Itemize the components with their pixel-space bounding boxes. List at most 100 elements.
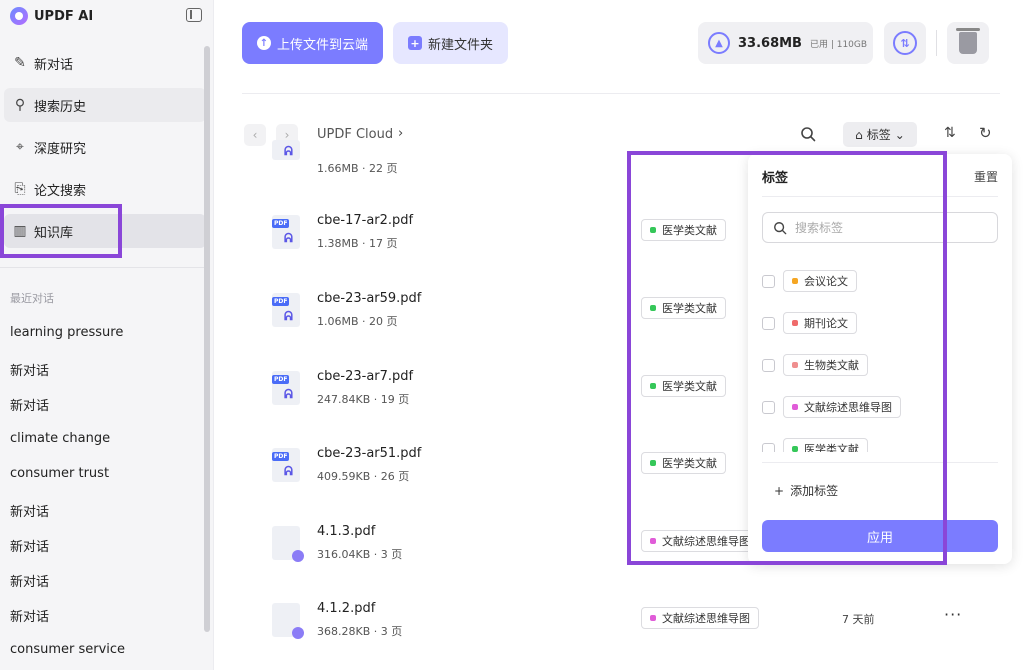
recent-chat-item[interactable]: 新对话 xyxy=(10,606,49,625)
refresh-icon[interactable]: ↻ xyxy=(979,124,992,142)
recent-chat-item[interactable]: 新对话 xyxy=(10,501,49,520)
recent-chat-item[interactable]: consumer service xyxy=(10,642,125,657)
new-folder-label: 新建文件夹 xyxy=(427,37,493,53)
pdf-file-icon: PDF ᕱ xyxy=(272,293,300,327)
panel-title: 标签 xyxy=(762,171,789,186)
recent-label: 最近对话 xyxy=(10,292,54,305)
tag-checkbox[interactable] xyxy=(762,358,775,372)
tag-label: 期刊论文 xyxy=(804,317,848,330)
recent-chat-item[interactable]: learning pressure xyxy=(10,325,123,340)
tag-option[interactable]: 会议论文 xyxy=(762,270,857,292)
file-row[interactable]: 4.1.2.pdf 368.28KB · 3 页 文献综述思维导图 7 天前 ·… xyxy=(270,601,970,663)
tag-option[interactable]: 文献综述思维导图 xyxy=(762,396,901,418)
pdf-file-icon: ᕱ xyxy=(272,140,300,160)
tag-chip: 生物类文献 xyxy=(783,354,868,376)
nav-label: 深度研究 xyxy=(34,141,87,157)
chat-bubble-icon xyxy=(292,550,304,562)
file-tag[interactable]: 医学类文献 xyxy=(641,297,726,319)
plus-icon: + xyxy=(774,483,785,498)
paper-search-icon: ⎘ xyxy=(14,181,26,197)
tag-chip: 期刊论文 xyxy=(783,312,857,334)
nav-search-history[interactable]: ⚲ 搜索历史 xyxy=(4,88,206,122)
storage-indicator[interactable]: ▲ 33.68MB 已用 | 110GB xyxy=(698,22,873,64)
plus-icon: + xyxy=(407,36,422,50)
recent-chat-item[interactable]: 新对话 xyxy=(10,360,49,379)
sync-button[interactable]: ⇅ xyxy=(884,22,926,64)
chevron-left-icon: ‹ xyxy=(252,128,258,142)
nav-label: 搜索历史 xyxy=(34,99,87,115)
sort-icon[interactable]: ⇅ xyxy=(944,125,956,141)
app-title: UPDF AI xyxy=(34,8,94,24)
recent-chat-item[interactable]: consumer trust xyxy=(10,466,109,481)
sidebar-scrollbar[interactable] xyxy=(204,46,210,632)
pdf-file-icon: PDF ᕱ xyxy=(272,371,300,405)
file-meta: 316.04KB · 3 页 xyxy=(317,548,403,561)
tag-search-field[interactable] xyxy=(762,212,998,243)
file-name: cbe-23-ar7.pdf xyxy=(317,369,414,384)
tag-checkbox[interactable] xyxy=(762,442,775,452)
chevron-right-icon: › xyxy=(398,126,404,141)
pdf-file-icon: PDF ᕱ xyxy=(272,215,300,249)
tag-color-dot xyxy=(792,362,798,368)
tag-color-dot xyxy=(792,404,798,410)
tag-option[interactable]: 期刊论文 xyxy=(762,312,857,334)
brand[interactable]: UPDF AI xyxy=(10,5,93,27)
trash-button[interactable] xyxy=(947,22,989,64)
add-tag-button[interactable]: + 添加标签 xyxy=(774,482,838,499)
tag-color-dot xyxy=(650,383,656,389)
divider xyxy=(762,462,998,463)
tag-search-input[interactable] xyxy=(795,220,975,235)
tag-checkbox[interactable] xyxy=(762,316,775,330)
more-options-icon[interactable]: ··· xyxy=(944,605,962,624)
file-meta: 1.66MB · 22 页 xyxy=(317,162,398,175)
tag-option[interactable]: 生物类文献 xyxy=(762,354,868,376)
tag-label: 文献综述思维导图 xyxy=(804,401,892,414)
sidebar-collapse-icon[interactable] xyxy=(186,8,202,22)
new-folder-button[interactable]: + 新建文件夹 xyxy=(393,22,508,64)
tag-label: 医学类文献 xyxy=(662,380,717,393)
tag-checkbox[interactable] xyxy=(762,274,775,288)
apply-button[interactable]: 应用 xyxy=(762,520,998,552)
sidebar: UPDF AI ✎ 新对话 ⚲ 搜索历史 ⌖ 深度研究 ⎘ 论文搜索 ▥ 知识库… xyxy=(0,0,214,670)
file-meta: 1.38MB · 17 页 xyxy=(317,237,398,250)
tag-label: 文献综述思维导图 xyxy=(662,535,750,548)
tag-color-dot xyxy=(792,278,798,284)
recent-chat-item[interactable]: 新对话 xyxy=(10,536,49,555)
recent-chat-item[interactable]: 新对话 xyxy=(10,571,49,590)
back-button[interactable]: ‹ xyxy=(244,124,266,146)
file-tag[interactable]: 医学类文献 xyxy=(641,375,726,397)
storage-used: 33.68MB xyxy=(738,35,802,51)
sync-icon: ⇅ xyxy=(893,31,917,55)
chat-bubble-icon xyxy=(292,627,304,639)
nav-new-chat[interactable]: ✎ 新对话 xyxy=(4,46,206,80)
recent-chat-item[interactable]: 新对话 xyxy=(10,395,49,414)
file-tag[interactable]: 医学类文献 xyxy=(641,452,726,474)
search-icon xyxy=(774,221,787,234)
nav-deep-research[interactable]: ⌖ 深度研究 xyxy=(4,130,206,164)
upload-icon: ↑ xyxy=(256,36,271,50)
divider xyxy=(0,267,204,268)
tag-color-dot xyxy=(792,446,798,452)
upload-to-cloud-button[interactable]: ↑ 上传文件到云端 xyxy=(242,22,383,64)
tag-filter-panel: 标签 重置 会议论文 期刊论文 生物类文献 文献综述思维导图 医学类文献 xyxy=(748,154,1012,564)
reset-button[interactable]: 重置 xyxy=(974,168,998,185)
recent-chat-item[interactable]: climate change xyxy=(10,431,110,446)
telescope-icon: ⌖ xyxy=(16,139,24,155)
tag-checkbox[interactable] xyxy=(762,400,775,414)
storage-total: 已用 | 110GB xyxy=(809,39,868,50)
tag-chip: 会议论文 xyxy=(783,270,857,292)
file-tag[interactable]: 文献综述思维导图 xyxy=(641,530,759,552)
tag-label: 医学类文献 xyxy=(662,302,717,315)
file-tag[interactable]: 医学类文献 xyxy=(641,219,726,241)
file-tag[interactable]: 文献综述思维导图 xyxy=(641,607,759,629)
file-name: cbe-23-ar59.pdf xyxy=(317,291,422,306)
updf-logo-icon xyxy=(10,7,28,25)
tag-label: 医学类文献 xyxy=(662,457,717,470)
trash-icon xyxy=(956,28,980,54)
divider xyxy=(242,93,1000,94)
nav-paper-search[interactable]: ⎘ 论文搜索 xyxy=(4,172,206,206)
tag-option[interactable]: 医学类文献 xyxy=(762,438,868,452)
tag-label: 医学类文献 xyxy=(662,224,717,237)
document-file-icon xyxy=(272,526,304,562)
file-meta: 1.06MB · 20 页 xyxy=(317,315,398,328)
